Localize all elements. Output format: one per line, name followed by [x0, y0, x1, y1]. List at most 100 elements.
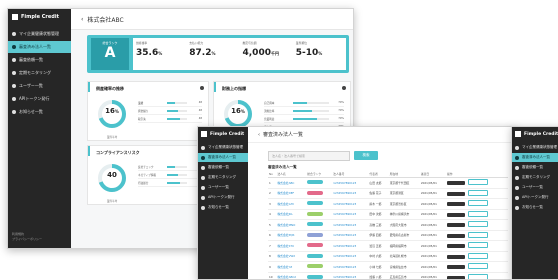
sidebar-item-3[interactable]: 審査依頼一覧: [512, 163, 558, 172]
corporate-number: 1234567890123: [332, 198, 369, 210]
edit-button[interactable]: [467, 200, 488, 207]
nav-bullet-icon: [515, 165, 519, 170]
table-row[interactable]: 10 株式会社ABC2 1234567890123 加藤 八郎 広島県広島市 2021/0…: [268, 272, 508, 279]
edit-button[interactable]: [467, 221, 488, 228]
more-dot-icon[interactable]: [342, 86, 346, 90]
table-row[interactable]: 7 株式会社STU 1234567890123 渡辺 五郎 福岡県福岡市 2021/05/…: [268, 240, 508, 252]
sidebar-item-6[interactable]: APIトークン発行: [8, 93, 71, 105]
row-number: 3: [268, 198, 277, 210]
back-chevron-icon[interactable]: ‹: [81, 16, 83, 23]
search-button[interactable]: 検索: [354, 151, 378, 160]
sidebar-item-4[interactable]: 定期モニタリング: [8, 67, 71, 79]
indicator-bar-fill: [293, 109, 313, 112]
indicator-card-3: コンプライアンスリスク 40 業界平均 反社チェック40ネガティブ情報40行政処分40: [87, 145, 209, 205]
table-row[interactable]: 3 株式会社GHI 1234567890123 鈴木 一郎 東京都渋谷区 2021/05/…: [268, 198, 508, 210]
sidebar-item-label: APIトークン発行: [522, 195, 549, 199]
logo-mark-icon: [201, 131, 207, 137]
back-chevron-icon[interactable]: ‹: [258, 132, 260, 138]
sidebar-item-5[interactable]: ユーザー一覧: [512, 183, 558, 192]
indicator-row: 行政処分40: [138, 179, 202, 187]
sidebar-item-label: マイ企業健康状態管理: [208, 145, 243, 149]
sidebar-item-3[interactable]: 審査依頼一覧: [198, 163, 248, 172]
edit-button[interactable]: [467, 252, 488, 259]
detail-button[interactable]: [446, 275, 465, 279]
table-row[interactable]: 6 株式会社PQR 1234567890123 伊藤 四郎 愛知県名古屋市 2021/05…: [268, 230, 508, 241]
nav-bullet-icon: [12, 84, 16, 88]
sidebar-item-2[interactable]: 審査済み法人一覧: [512, 153, 558, 162]
table-row[interactable]: 8 株式会社VWX 1234567890123 中村 六郎 北海道札幌市 2021/05/…: [268, 251, 508, 262]
edit-button[interactable]: [467, 179, 488, 186]
detail-button[interactable]: [446, 181, 465, 186]
company-name-link[interactable]: 株式会社STU: [276, 240, 307, 252]
table-row[interactable]: 9 株式会社YZ 1234567890123 小林 七郎 宮城県仙台市 2021/05/0…: [268, 261, 508, 273]
edit-button[interactable]: [467, 189, 488, 196]
actions-cell: [445, 188, 508, 199]
sidebar-item-7[interactable]: お知らせ一覧: [8, 106, 71, 118]
sidebar-item-label: 審査済み法人一覧: [19, 44, 51, 49]
gauge-unit: %: [114, 109, 119, 114]
table-row[interactable]: 4 株式会社JKL 1234567890123 田中 次郎 神奈川県横浜市 2021/05…: [268, 209, 508, 220]
sidebar-item-5[interactable]: ユーザー一覧: [8, 80, 71, 92]
corporate-number: 1234567890123: [332, 188, 369, 199]
nav-bullet-icon: [12, 32, 16, 36]
sidebar-item-1[interactable]: マイ企業健康状態管理: [8, 28, 71, 40]
company-name-link[interactable]: 株式会社DEF: [276, 188, 307, 199]
sidebar-item-4[interactable]: 定期モニタリング: [512, 173, 558, 182]
edit-button[interactable]: [467, 210, 488, 217]
sidebar-item-6[interactable]: APIトークン発行: [512, 193, 558, 202]
detail-button[interactable]: [446, 233, 465, 238]
sidebar-item-4[interactable]: 定期モニタリング: [198, 173, 248, 182]
sidebar-item-5[interactable]: ユーザー一覧: [198, 183, 248, 192]
rank-pill: [307, 232, 324, 237]
company-name-link[interactable]: 株式会社ABC: [276, 177, 307, 189]
sidebar-item-6[interactable]: APIトークン発行: [198, 193, 248, 202]
rank-cell: [306, 198, 333, 210]
nav-bullet-icon: [515, 185, 519, 190]
sidebar-item-1[interactable]: マイ企業健康状態管理: [198, 143, 248, 152]
more-dot-icon[interactable]: [200, 86, 204, 90]
sidebar-item-3[interactable]: 審査依頼一覧: [8, 54, 71, 66]
edit-button[interactable]: [467, 273, 488, 279]
company-name-link[interactable]: 株式会社VWX: [276, 251, 307, 262]
indicator-value: 70%: [338, 117, 344, 120]
review-date: 2021/05/01: [419, 219, 446, 231]
sidebar-item-label: 審査済み法人一覧: [208, 155, 236, 159]
sidebar-item-7[interactable]: お知らせ一覧: [198, 203, 248, 212]
company-name-link[interactable]: 株式会社PQR: [276, 230, 307, 241]
company-name-link[interactable]: 株式会社ABC2: [276, 272, 307, 279]
sidebar-item-2[interactable]: 審査済み法人一覧: [8, 41, 71, 53]
detail-button[interactable]: [446, 202, 465, 207]
row-number: 6: [268, 230, 277, 241]
footer-privacy-link[interactable]: プライバシーポリシー: [12, 237, 67, 242]
sidebar-item-label: 審査済み法人一覧: [522, 155, 550, 159]
sidebar-item-1[interactable]: マイ企業健康状態管理: [512, 143, 558, 152]
sidebar-item-7[interactable]: お知らせ一覧: [512, 203, 558, 212]
edit-button[interactable]: [467, 242, 488, 249]
company-name-link[interactable]: 株式会社MNO: [276, 219, 307, 231]
detail-button[interactable]: [446, 191, 465, 196]
detail-button[interactable]: [446, 254, 465, 259]
detail-button[interactable]: [446, 265, 465, 270]
sidebar-item-label: マイ企業健康状態管理: [522, 145, 557, 149]
indicator-row: ネガティブ情報40: [138, 171, 202, 179]
sidebar-item-2[interactable]: 審査済み法人一覧: [198, 153, 248, 162]
company-name-link[interactable]: 株式会社GHI: [276, 198, 307, 210]
metric-3: 推定与信額 4,000千円: [240, 38, 293, 70]
indicator-value: 70%: [338, 101, 344, 104]
representative: 渡辺 五郎: [368, 240, 389, 252]
sidebar-item-label: 審査依頼一覧: [522, 165, 543, 169]
detail-button[interactable]: [446, 212, 465, 217]
detail-button[interactable]: [446, 244, 465, 249]
table-row[interactable]: 1 株式会社ABC 1234567890123 山田 太郎 東京都千代田区 2021/05…: [268, 177, 508, 189]
corporate-number: 1234567890123: [332, 272, 369, 279]
company-name-link[interactable]: 株式会社YZ: [276, 261, 307, 273]
table-row[interactable]: 2 株式会社DEF 1234567890123 佐藤 花子 東京都港区 2021/05/0…: [268, 188, 508, 199]
detail-button[interactable]: [446, 223, 465, 228]
company-name-link[interactable]: 株式会社JKL: [276, 209, 307, 220]
edit-button[interactable]: [467, 231, 488, 238]
indicator-row: 資金繰り 48: [138, 107, 202, 115]
search-input[interactable]: 法人名・法人番号で検索: [268, 151, 350, 161]
table-row[interactable]: 5 株式会社MNO 1234567890123 高橋 三郎 大阪府大阪市 2021/05/…: [268, 219, 508, 231]
sidebar-item-label: APIトークン発行: [19, 96, 50, 101]
edit-button[interactable]: [467, 263, 488, 270]
